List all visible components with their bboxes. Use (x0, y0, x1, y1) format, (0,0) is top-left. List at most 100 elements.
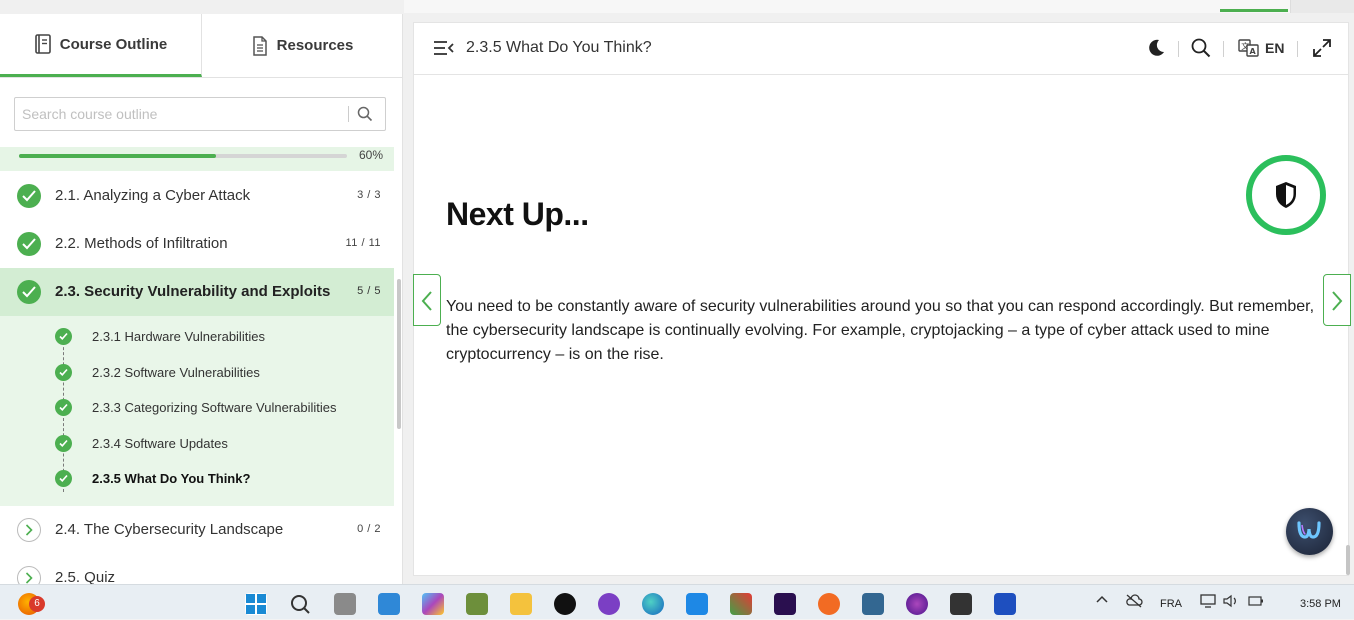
file-explorer-icon[interactable] (510, 593, 532, 615)
module-2-4[interactable]: 2.4. The Cybersecurity Landscape 0 / 2 (0, 506, 394, 554)
app-window: Course Outline Resources 60% (0, 0, 1354, 584)
check-icon (55, 328, 72, 345)
module-label: 2.3. Security Vulnerability and Exploits (55, 283, 331, 300)
submodule-label: 2.3.5 What Do You Think? (92, 471, 251, 486)
vscode-icon[interactable] (378, 593, 400, 615)
content-panel: 2.3.5 What Do You Think? 文A EN Next Up..… (413, 22, 1349, 576)
tab-course-outline-label: Course Outline (59, 35, 168, 53)
shield-badge (1246, 155, 1326, 235)
submodule-item[interactable]: 2.3.1 Hardware Vulnerabilities (0, 319, 394, 354)
search-divider (348, 106, 349, 122)
search-input[interactable] (15, 98, 335, 130)
chevron-right-icon (17, 518, 41, 542)
sidebar-scrollbar[interactable] (397, 279, 401, 429)
module-label: 2.1. Analyzing a Cyber Attack (55, 187, 251, 204)
check-icon (55, 399, 72, 416)
language-selector[interactable]: EN (1265, 40, 1284, 56)
edge-browser-icon[interactable] (642, 593, 664, 615)
check-icon (55, 470, 72, 487)
github-icon[interactable] (598, 593, 620, 615)
check-icon (17, 280, 41, 304)
chevron-right-icon (17, 566, 41, 584)
submodule-item[interactable]: 2.3.3 Categorizing Software Vulnerabilit… (0, 390, 394, 425)
document-icon (251, 35, 269, 56)
volume-icon[interactable] (1223, 594, 1239, 611)
content-scrollbar[interactable] (1346, 545, 1350, 575)
after-effects-icon[interactable] (774, 593, 796, 615)
submodule-label: 2.3.2 Software Vulnerabilities (92, 365, 260, 380)
app-icon[interactable] (730, 593, 752, 615)
module-2-5[interactable]: 2.5. Quiz (0, 554, 394, 584)
strip-accent (1220, 9, 1288, 12)
progress-track (19, 154, 347, 158)
strip-block (1290, 0, 1354, 13)
top-progress-strip (404, 0, 1354, 13)
postman-icon[interactable] (818, 593, 840, 615)
module-count: 0 / 2 (357, 523, 381, 535)
content-header: 2.3.5 What Do You Think? 文A EN (414, 23, 1348, 75)
task-view-icon[interactable] (334, 593, 356, 615)
course-sidebar: Course Outline Resources 60% (0, 14, 403, 584)
network-icon[interactable] (1200, 594, 1216, 611)
progress-percent: 60% (358, 148, 383, 162)
svg-text:A: A (1250, 47, 1257, 56)
minecraft-icon[interactable] (466, 593, 488, 615)
header-divider (1223, 41, 1224, 57)
fullscreen-icon[interactable] (1312, 38, 1332, 58)
taskbar: FRA 3:58 PM (0, 584, 1354, 619)
tab-resources[interactable]: Resources (202, 14, 402, 77)
submodule-item-current[interactable]: 2.3.5 What Do You Think? (0, 461, 394, 496)
search-icon[interactable] (289, 593, 311, 615)
tiktok-icon[interactable] (554, 593, 576, 615)
check-icon (55, 435, 72, 452)
module-count: 11 / 11 (345, 237, 381, 249)
store-icon[interactable] (686, 593, 708, 615)
submodule-label: 2.3.1 Hardware Vulnerabilities (92, 329, 265, 344)
module-2-1[interactable]: 2.1. Analyzing a Cyber Attack 3 / 3 (0, 172, 394, 220)
notification-badge: 6 (29, 596, 45, 612)
submodule-item[interactable]: 2.3.4 Software Updates (0, 426, 394, 461)
tor-browser-icon[interactable] (906, 593, 928, 615)
chevron-left-icon (421, 291, 432, 311)
check-icon (17, 232, 41, 256)
powershell-icon[interactable] (994, 593, 1016, 615)
keyboard-language[interactable]: FRA (1160, 598, 1182, 610)
dark-mode-icon[interactable] (1146, 38, 1166, 58)
sidebar-tabs: Course Outline Resources (0, 14, 402, 78)
search-icon[interactable] (1191, 38, 1211, 58)
module-label: 2.4. The Cybersecurity Landscape (55, 521, 284, 538)
body-paragraph: You need to be constantly aware of secur… (446, 298, 1315, 363)
next-page-button[interactable] (1323, 274, 1351, 326)
submodule-label: 2.3.4 Software Updates (92, 436, 228, 451)
previous-page-button[interactable] (413, 274, 441, 326)
header-divider (1178, 41, 1179, 57)
assistant-logo-icon (1297, 521, 1321, 539)
module-2-2[interactable]: 2.2. Methods of Infiltration 11 / 11 (0, 220, 394, 268)
battery-icon[interactable] (1246, 594, 1264, 611)
onedrive-off-icon[interactable] (1125, 594, 1143, 611)
section-heading: Next Up... (446, 196, 589, 232)
chevron-up-icon[interactable] (1096, 594, 1108, 607)
submodule-item[interactable]: 2.3.2 Software Vulnerabilities (0, 355, 394, 390)
submodule-label: 2.3.3 Categorizing Software Vulnerabilit… (92, 400, 337, 415)
check-icon (17, 184, 41, 208)
copilot-icon[interactable] (422, 593, 444, 615)
search-box (14, 97, 386, 131)
tab-course-outline[interactable]: Course Outline (0, 14, 202, 77)
clock-time[interactable]: 3:58 PM (1300, 598, 1341, 610)
chevron-right-icon (1332, 291, 1343, 311)
assistant-button[interactable] (1286, 508, 1333, 555)
book-icon (34, 34, 52, 54)
postgresql-icon[interactable] (862, 593, 884, 615)
page-title: 2.3.5 What Do You Think? (466, 39, 652, 56)
collapse-menu-icon[interactable] (434, 40, 454, 58)
search-icon[interactable] (357, 106, 373, 122)
module-count: 5 / 5 (357, 285, 381, 297)
module-label: 2.2. Methods of Infiltration (55, 235, 228, 252)
start-button[interactable] (245, 593, 267, 615)
module-2-3[interactable]: 2.3. Security Vulnerability and Exploits… (0, 268, 394, 316)
course-progress: 60% (0, 147, 394, 171)
translate-icon[interactable]: 文A (1238, 38, 1259, 58)
tab-resources-label: Resources (276, 37, 354, 54)
terminal-icon[interactable] (950, 593, 972, 615)
